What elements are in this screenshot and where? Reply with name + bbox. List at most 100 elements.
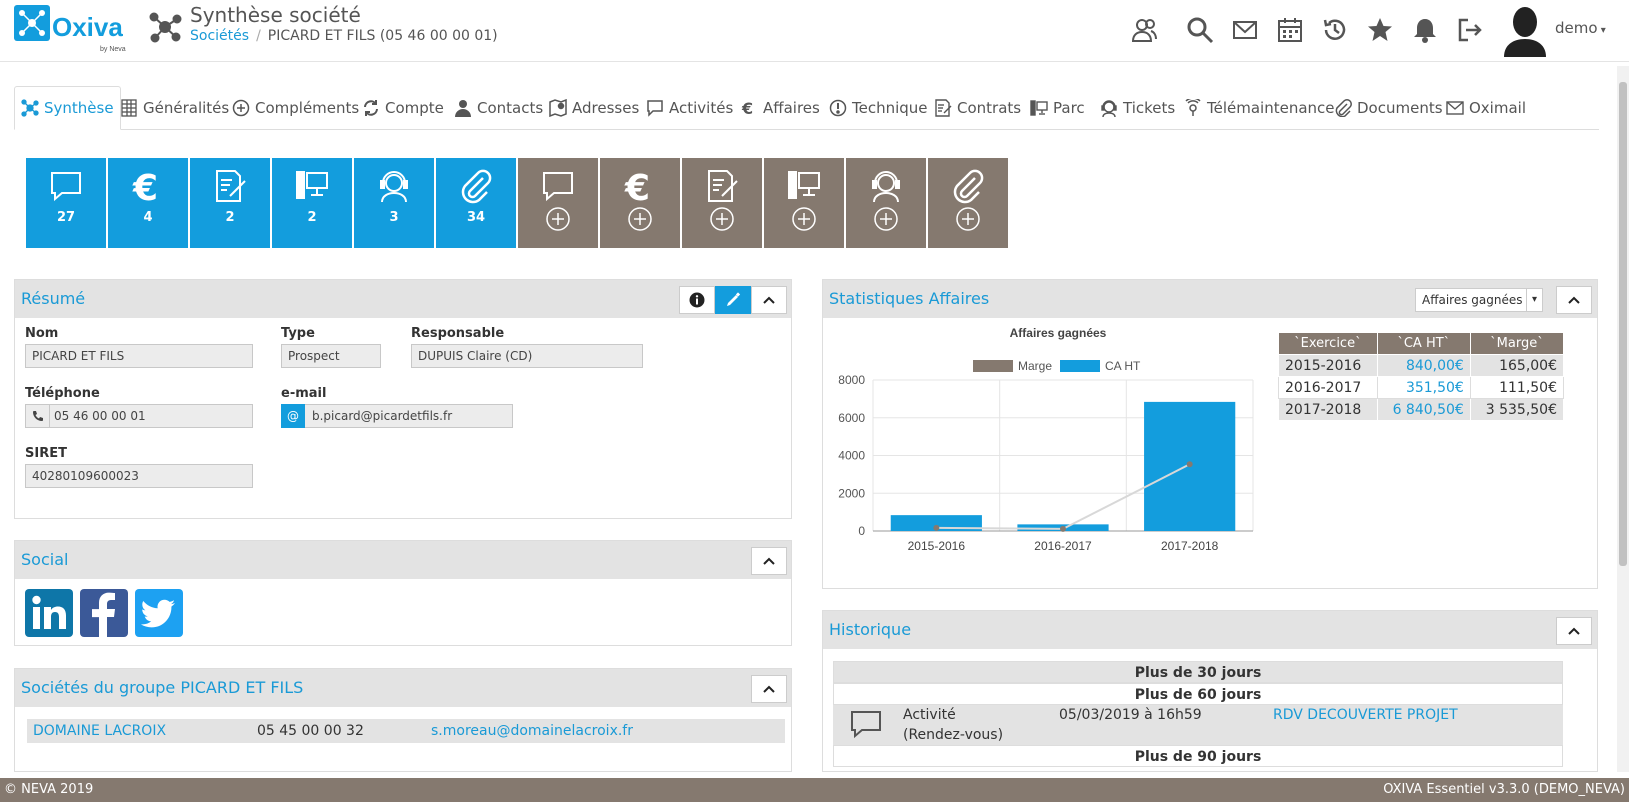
nom-field[interactable]: PICARD ET FILS	[25, 344, 253, 368]
page-scrollbar[interactable]	[1617, 66, 1629, 772]
collapse-button[interactable]	[751, 547, 787, 575]
star-icon[interactable]	[1366, 16, 1396, 48]
tab-technique[interactable]: Technique	[829, 86, 928, 130]
edit-button[interactable]	[715, 286, 751, 314]
email-field[interactable]: b.picard@picardetfils.fr	[281, 404, 513, 428]
footer-version: OXIVA Essentiel v3.3.0 (DEMO_NEVA)	[1383, 782, 1625, 797]
tab-label: Adresses	[572, 99, 640, 117]
breadcrumb-link-societes[interactable]: Sociétés	[190, 28, 249, 44]
siret-label: SIRET	[25, 446, 67, 461]
tile-contrats-count[interactable]: 2	[190, 158, 270, 248]
tile-add-ticket[interactable]	[846, 158, 926, 248]
tab-label: Généralités	[143, 99, 230, 117]
tile-add-activite[interactable]	[518, 158, 598, 248]
chart-title: Affaires gagnées	[1010, 326, 1107, 340]
siret-field[interactable]: 40280109600023	[25, 464, 253, 488]
footer-copyright: © NEVA 2019	[4, 782, 94, 797]
info-icon	[689, 292, 705, 308]
support-icon	[380, 171, 408, 203]
groupe-panel: Sociétés du groupe PICARD ET FILS DOMAIN…	[14, 668, 792, 772]
tab-tickets[interactable]: Tickets	[1100, 86, 1175, 130]
company-email-link[interactable]: s.moreau@domainelacroix.fr	[431, 723, 633, 739]
paperclip-icon	[1335, 99, 1352, 117]
euro-icon: €	[741, 99, 753, 117]
stats-table: `Exercice` `CA HT` `Marge` 2015-2016 840…	[1278, 332, 1565, 421]
computer-icon	[296, 171, 328, 199]
company-link[interactable]: DOMAINE LACROIX	[33, 723, 166, 739]
point-marge	[1186, 461, 1193, 468]
tab-complements[interactable]: Compléments	[232, 86, 359, 130]
tile-parc-count[interactable]: 2	[272, 158, 352, 248]
users-icon[interactable]	[1130, 16, 1160, 48]
collapse-button[interactable]	[1556, 617, 1592, 645]
tab-activites[interactable]: Activités	[646, 86, 733, 130]
tile-affaires-count[interactable]: € 4	[108, 158, 188, 248]
logout-icon[interactable]	[1456, 16, 1486, 48]
table-cell-ca[interactable]: 6 840,50€	[1376, 398, 1471, 421]
facebook-icon[interactable]	[80, 589, 128, 637]
legend-label-ca: CA HT	[1105, 359, 1141, 373]
tab-label: Tickets	[1123, 99, 1176, 117]
tile-count: 2	[225, 210, 235, 225]
contract-icon	[935, 99, 952, 117]
calendar-icon[interactable]	[1276, 16, 1306, 48]
stats-panel: Statistiques Affaires Affaires gagnées ▾…	[822, 279, 1598, 589]
network-icon	[148, 10, 182, 48]
tab-contrats[interactable]: Contrats	[934, 86, 1021, 130]
info-button[interactable]	[679, 286, 715, 314]
collapse-button[interactable]	[751, 286, 787, 314]
avatar[interactable]	[1500, 5, 1550, 57]
scrollbar-thumb[interactable]	[1619, 82, 1627, 566]
tile-count: 4	[143, 210, 153, 225]
table-cell-ca[interactable]: 840,00€	[1376, 354, 1471, 377]
chat-icon	[51, 172, 81, 202]
tab-compte[interactable]: Compte	[362, 86, 444, 130]
computer-icon	[788, 171, 820, 199]
tile-count: 2	[307, 210, 317, 225]
tile-add-parc[interactable]	[764, 158, 844, 248]
tile-add-document[interactable]	[928, 158, 1008, 248]
tab-telemaintenance[interactable]: Télémaintenance	[1184, 86, 1335, 130]
tab-label: Contrats	[957, 99, 1022, 117]
linkedin-icon[interactable]	[25, 589, 73, 637]
contract-icon	[708, 170, 738, 202]
tab-contacts[interactable]: Contacts	[454, 86, 543, 130]
tile-add-affaire[interactable]: €	[600, 158, 680, 248]
bell-icon[interactable]	[1411, 16, 1441, 48]
mail-icon[interactable]	[1231, 16, 1261, 48]
tab-adresses[interactable]: Adresses	[549, 86, 639, 130]
tile-activites-count[interactable]: 27	[26, 158, 106, 248]
euro-icon: €	[132, 168, 158, 204]
user-menu[interactable]: demo ▾	[1555, 19, 1606, 37]
tile-tickets-count[interactable]: 3	[354, 158, 434, 248]
type-label: Type	[281, 326, 315, 341]
type-field[interactable]: Prospect	[281, 344, 381, 368]
tab-parc[interactable]: Parc	[1030, 86, 1085, 130]
collapse-button[interactable]	[751, 675, 787, 703]
tab-label: Télémaintenance	[1207, 99, 1335, 117]
search-icon[interactable]	[1186, 16, 1216, 48]
telephone-field[interactable]: 05 46 00 00 01	[25, 404, 253, 428]
contract-icon	[216, 170, 246, 202]
chat-icon	[543, 172, 573, 202]
chevron-up-icon	[763, 685, 775, 693]
tab-oximail[interactable]: Oximail	[1446, 86, 1526, 130]
collapse-button[interactable]	[1556, 286, 1592, 314]
list-item[interactable]: Activité (Rendez-vous) 05/03/2019 à 16h5…	[833, 705, 1563, 745]
tile-add-contrat[interactable]	[682, 158, 762, 248]
tab-documents[interactable]: Documents	[1334, 86, 1443, 130]
table-cell-ca[interactable]: 351,50€	[1376, 376, 1471, 399]
responsable-field[interactable]: DUPUIS Claire (CD)	[411, 344, 643, 368]
tab-synthese[interactable]: Synthèse	[14, 86, 121, 130]
historique-panel-header: Historique	[823, 611, 1597, 649]
tile-documents-count[interactable]: 34	[436, 158, 516, 248]
twitter-icon[interactable]	[135, 589, 183, 637]
oxiva-logo[interactable]: Oxiva by Neva	[14, 5, 134, 55]
history-icon[interactable]	[1321, 16, 1351, 48]
tab-affaires[interactable]: € Affaires	[740, 86, 820, 130]
tab-generalites[interactable]: Généralités	[120, 86, 229, 130]
exclamation-icon	[829, 99, 847, 117]
activity-subject-link[interactable]: RDV DECOUVERTE PROJET	[1273, 707, 1458, 723]
stats-type-select[interactable]: Affaires gagnées ▾	[1415, 288, 1543, 312]
stats-panel-header: Statistiques Affaires Affaires gagnées ▾	[823, 280, 1597, 318]
